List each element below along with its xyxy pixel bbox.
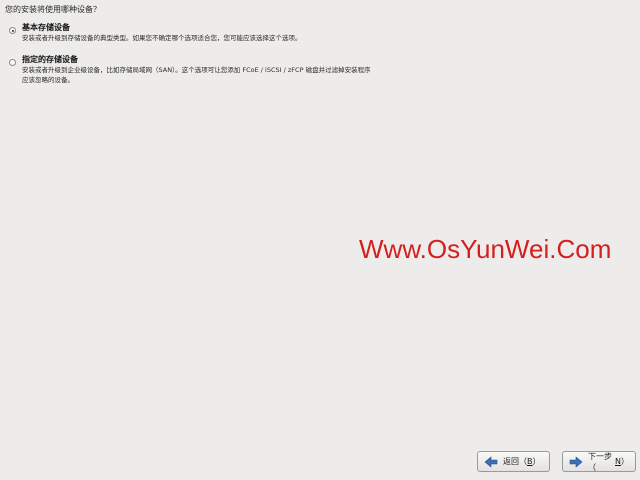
specialized-storage-description: 安装或者升级到企业级设备，比如存储局域网（SAN）。这个选项可让您添加 FCoE…: [22, 66, 371, 84]
basic-storage-description: 安装或者升级到存储设备的典型类型。如果您不确定哪个选项适合您，您可能应该选择这个…: [22, 34, 302, 42]
next-button-close: ）: [621, 457, 629, 466]
specialized-storage-title: 指定的存储设备: [22, 55, 78, 64]
device-question-label: 您的安装将使用哪种设备？: [5, 5, 101, 14]
basic-storage-title: 基本存储设备: [22, 23, 70, 32]
arrow-left-icon: [484, 455, 498, 468]
back-button[interactable]: 返回（ B）: [477, 451, 550, 472]
next-button-label: 下一步（: [588, 451, 612, 472]
back-button-close: ）: [532, 457, 541, 466]
watermark-text: Www.OsYunWei.Com: [359, 234, 612, 264]
arrow-right-icon: [569, 455, 583, 468]
specialized-storage-radio[interactable]: [9, 59, 16, 66]
next-button[interactable]: 下一步（ N）: [562, 451, 636, 472]
basic-storage-radio[interactable]: [9, 27, 16, 34]
specialized-storage-text: 指定的存储设备 安装或者升级到企业级设备，比如存储局域网（SAN）。这个选项可让…: [22, 54, 442, 85]
back-button-label: 返回（: [503, 457, 527, 466]
basic-storage-text: 基本存储设备 安装或者升级到存储设备的典型类型。如果您不确定哪个选项适合您，您可…: [22, 22, 442, 43]
